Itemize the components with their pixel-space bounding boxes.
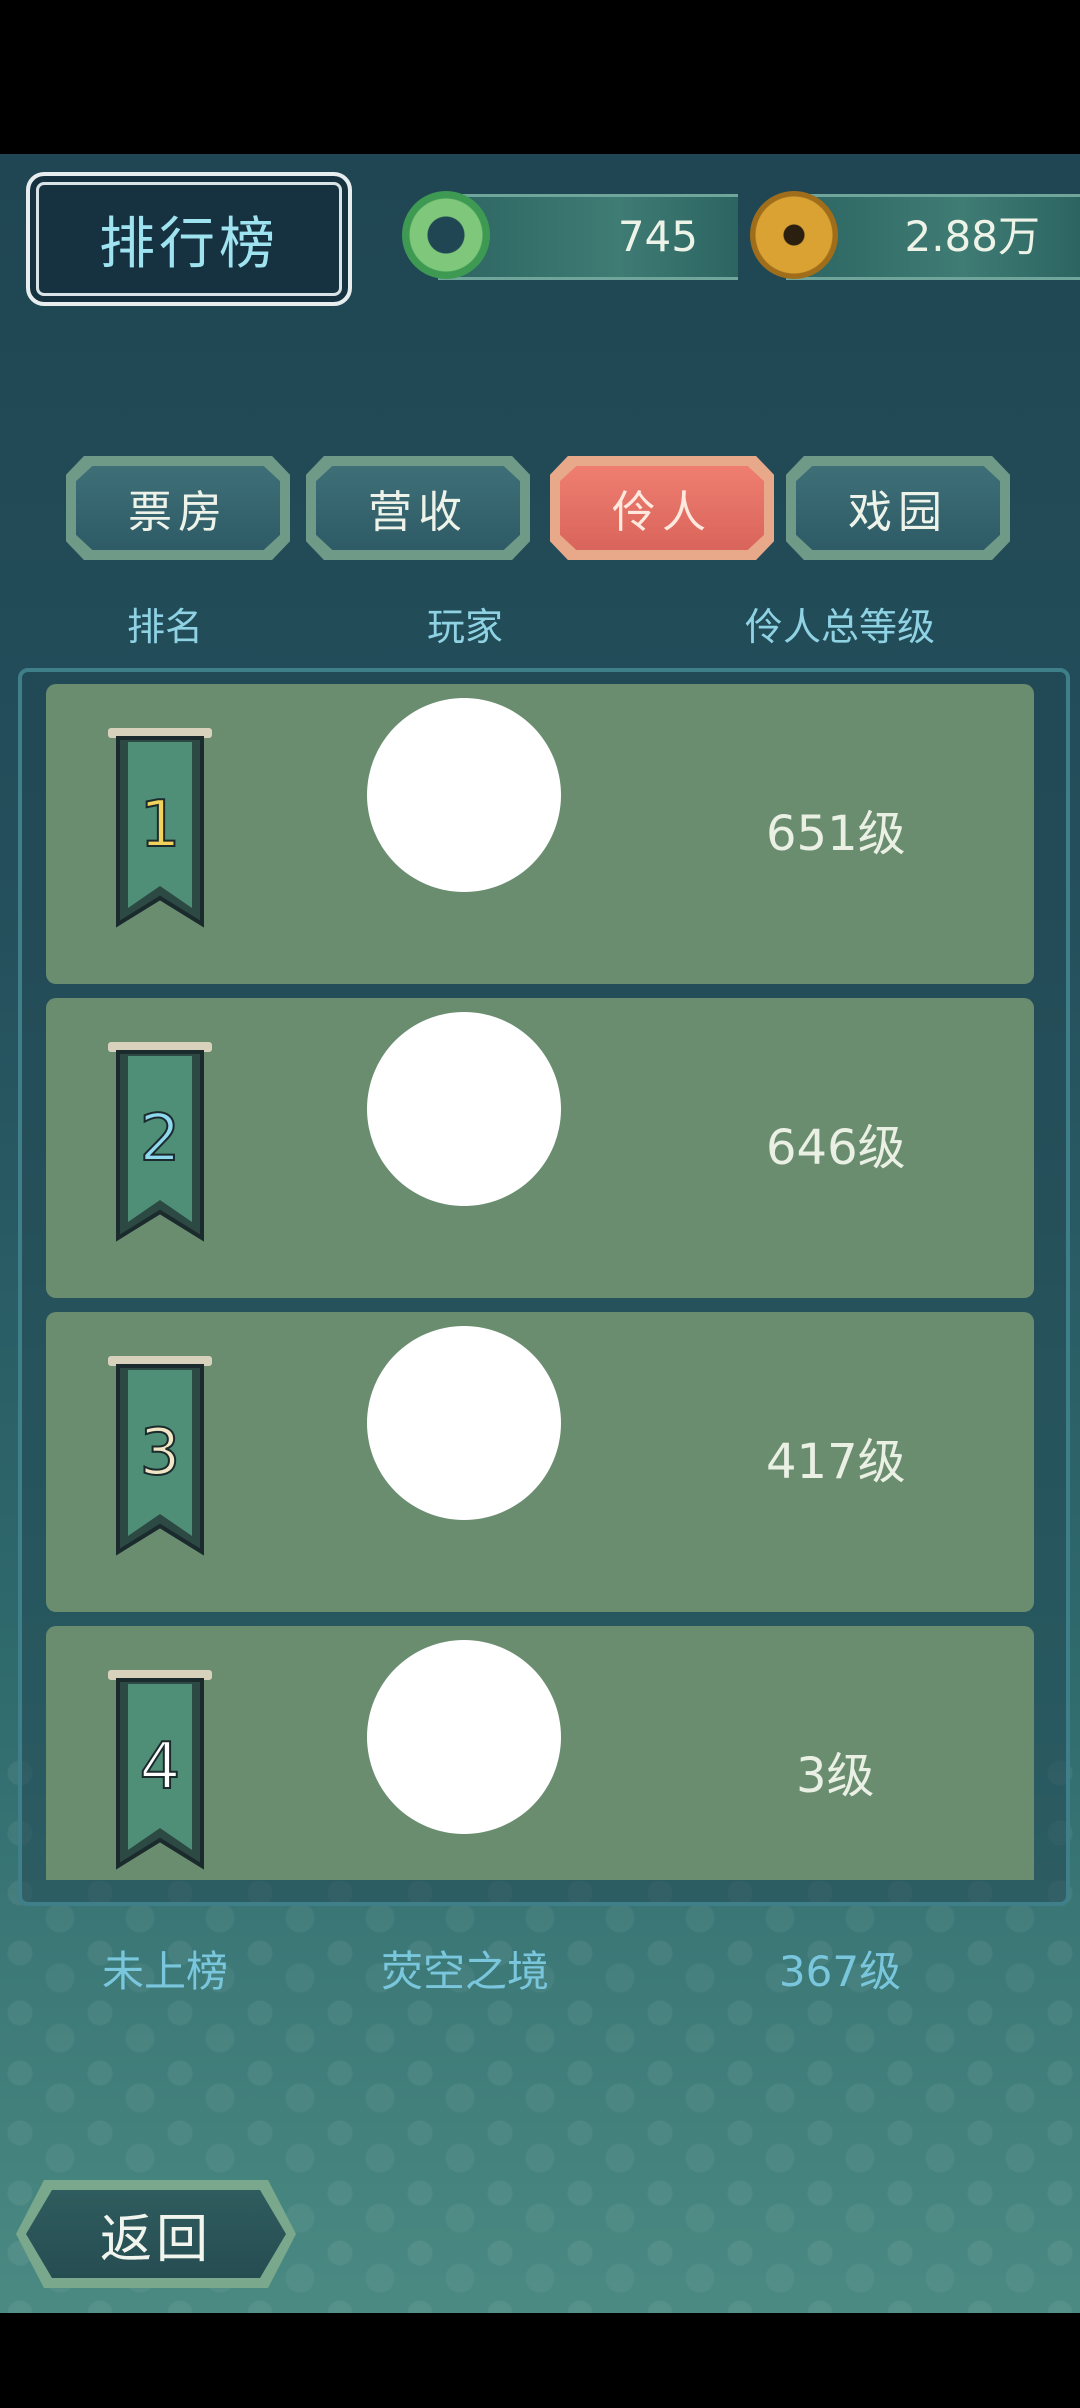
jade-count: 745 <box>617 212 698 261</box>
coin-count: 2.88万 <box>904 212 1040 261</box>
self-level: 367级 <box>778 1947 902 1996</box>
avatar[interactable] <box>367 1640 561 1834</box>
row-level: 651级 <box>766 806 906 862</box>
rank-number: 4 <box>139 1729 182 1805</box>
self-name: 荧空之境 <box>380 1947 549 1996</box>
copper-coin-icon <box>750 191 838 279</box>
ranking-list[interactable]: 1 651级 2 646级 3 417级 4 3级 <box>46 684 1034 1880</box>
row-level: 646级 <box>766 1120 906 1176</box>
coin-currency-bar[interactable]: 2.88万 <box>750 191 1080 280</box>
rank-banner-icon: 1 <box>104 728 216 936</box>
column-header-rank: 排名 <box>126 605 203 649</box>
rank-banner-icon: 2 <box>104 1042 216 1250</box>
jade-currency-bar[interactable]: 745 <box>402 191 738 280</box>
rank-number: 3 <box>139 1415 182 1491</box>
rank-number: 2 <box>139 1101 182 1177</box>
avatar[interactable] <box>367 698 561 892</box>
jade-disc-icon <box>402 191 490 279</box>
avatar[interactable] <box>367 1012 561 1206</box>
ranking-row[interactable]: 1 651级 <box>46 684 1034 984</box>
self-rank: 未上榜 <box>101 1947 228 1996</box>
ranking-row[interactable]: 3 417级 <box>46 1312 1034 1612</box>
tab-box-office[interactable]: 票房 <box>66 456 290 560</box>
page-title-text: 排行榜 <box>99 211 279 277</box>
ranking-row[interactable]: 4 3级 <box>46 1626 1034 1880</box>
avatar[interactable] <box>367 1326 561 1520</box>
row-level: 417级 <box>766 1434 906 1490</box>
rank-banner-icon: 4 <box>104 1670 216 1878</box>
page-title: 排行榜 <box>26 172 352 306</box>
tab-theater[interactable]: 戏园 <box>786 456 1010 560</box>
tab-performers[interactable]: 伶人 <box>550 456 774 560</box>
back-button[interactable]: 返回 <box>16 2180 296 2288</box>
ranking-row[interactable]: 2 646级 <box>46 998 1034 1298</box>
column-header-player: 玩家 <box>426 605 503 649</box>
back-button-label: 返回 <box>99 2209 212 2270</box>
rank-number: 1 <box>139 787 182 863</box>
tab-revenue[interactable]: 营收 <box>306 456 530 560</box>
column-header-level: 伶人总等级 <box>744 605 935 649</box>
rank-banner-icon: 3 <box>104 1356 216 1564</box>
row-level: 3级 <box>796 1748 875 1804</box>
